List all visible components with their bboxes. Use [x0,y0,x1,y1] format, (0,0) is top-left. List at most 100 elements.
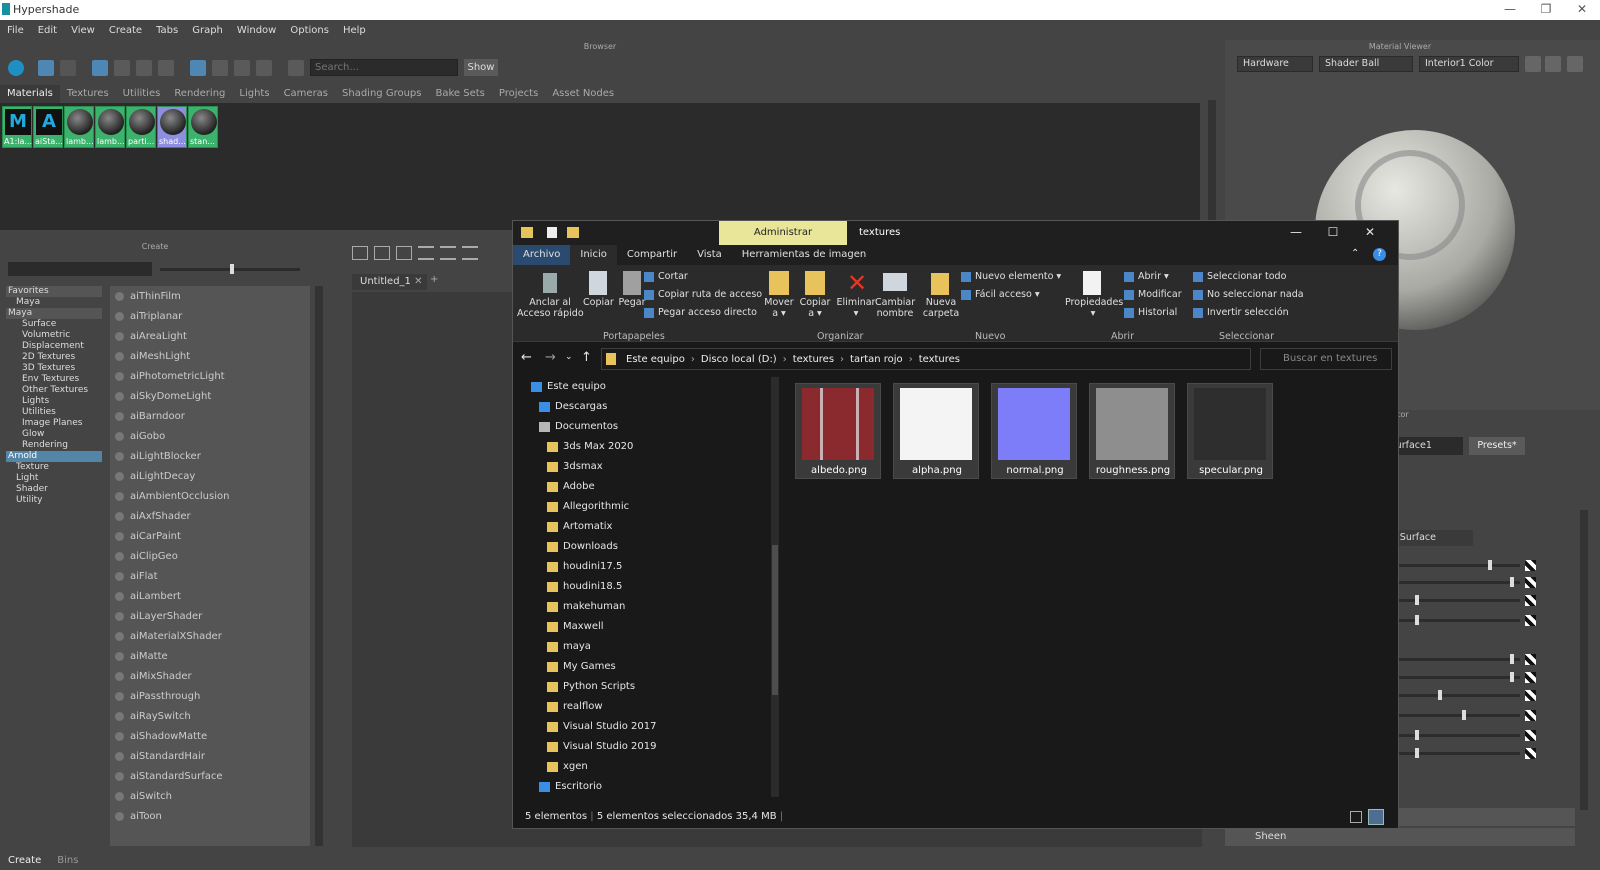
material-swatch[interactable]: parti... [126,106,156,148]
explorer-maximize-button[interactable]: ☐ [1318,221,1348,243]
browser-tab-textures[interactable]: Textures [60,85,116,103]
node-item[interactable]: aiGobo [110,427,310,447]
filter-icon[interactable] [288,60,304,76]
paste-button[interactable]: Pegar [617,297,647,308]
copy-path-button[interactable]: Copiar ruta de acceso [644,289,762,300]
create-tree-item[interactable]: Glow [6,429,102,440]
file-thumbnail[interactable]: normal.png [991,383,1077,479]
node-item[interactable]: aiBarndoor [110,407,310,427]
nav-item[interactable]: xgen [543,757,767,777]
icon-size-slider[interactable] [230,264,234,274]
menu-options[interactable]: Options [283,25,336,36]
new-item-button[interactable]: Nuevo elemento ▾ [961,271,1061,282]
nav-item[interactable]: Python Scripts [543,677,767,697]
create-tree-item[interactable]: Rendering [6,440,102,451]
map-button-icon[interactable] [1525,672,1536,683]
graph-icon[interactable] [38,60,54,76]
node-item[interactable]: aiCarPaint [110,527,310,547]
graph-output-icon[interactable] [396,246,412,260]
node-item[interactable]: aiPassthrough [110,687,310,707]
slider-knob[interactable] [1510,672,1514,682]
create-tree-item[interactable]: Arnold [6,451,102,462]
nav-item[interactable]: Artomatix [543,517,767,537]
add-tab-icon[interactable]: + [430,274,438,285]
nav-item[interactable]: Visual Studio 2017 [543,717,767,737]
browser-tab-rendering[interactable]: Rendering [167,85,232,103]
ribbon-tab[interactable]: Archivo [513,245,571,265]
attr-slider[interactable] [1390,710,1520,720]
restore-button[interactable]: ❐ [1528,0,1564,20]
move-to-button[interactable]: Mover a ▾ [761,297,797,319]
copy-button[interactable]: Copiar [583,297,614,308]
map-button-icon[interactable] [1525,748,1536,759]
breadcrumb-item[interactable]: Disco local (D:) [695,354,783,365]
create-tab-bins[interactable]: Bins [49,852,86,870]
browser-tab-asset-nodes[interactable]: Asset Nodes [545,85,621,103]
sort-time-icon[interactable] [234,60,250,76]
layout-icon[interactable] [418,246,434,260]
browser-tab-utilities[interactable]: Utilities [116,85,168,103]
close-tab-icon[interactable]: ✕ [414,276,422,287]
node-item[interactable]: aiFlat [110,567,310,587]
nav-item[interactable]: Downloads [543,537,767,557]
create-tree-item[interactable]: Favorites [6,286,102,297]
browser-tab-cameras[interactable]: Cameras [277,85,335,103]
ribbon-tab[interactable]: Inicio [570,245,617,265]
explorer-close-button[interactable]: ✕ [1355,221,1385,243]
create-tree-item[interactable]: 2D Textures [6,352,102,363]
nav-item[interactable]: Allegorithmic [543,497,767,517]
help-icon[interactable]: ? [1373,248,1386,261]
minimize-button[interactable]: — [1492,0,1528,20]
map-button-icon[interactable] [1525,690,1536,701]
create-tree-item[interactable]: Env Textures [6,374,102,385]
map-button-icon[interactable] [1525,595,1536,606]
select-all-button[interactable]: Seleccionar todo [1193,271,1286,282]
new-folder-qa-icon[interactable] [567,227,579,238]
attr-slider[interactable] [1390,672,1520,682]
ribbon-tab[interactable]: Vista [687,245,732,265]
section-sheen[interactable]: Sheen [1225,828,1575,846]
back-icon[interactable]: ← [521,350,532,365]
map-button-icon[interactable] [1525,615,1536,626]
create-tree-item[interactable]: Image Planes [6,418,102,429]
cut-button[interactable]: Cortar [644,271,688,282]
nav-item[interactable]: Este equipo [527,377,767,397]
attr-slider[interactable] [1390,730,1520,740]
view-small-icon[interactable] [114,60,130,76]
file-thumbnail[interactable]: alpha.png [893,383,979,479]
attr-slider[interactable] [1390,595,1520,605]
presets-button[interactable]: Presets* [1469,437,1525,455]
edit-button[interactable]: Modificar [1124,289,1182,300]
recent-dropdown-icon[interactable]: ⌄ [565,352,573,362]
node-item[interactable]: aiStandardSurface [110,767,310,787]
menu-window[interactable]: Window [230,25,283,36]
collapse-ribbon-icon[interactable]: ⌃ [1351,248,1359,259]
delete-button[interactable]: Eliminar ▾ [835,297,877,319]
swatch-toggle-icon[interactable] [8,60,24,76]
nav-item[interactable]: Adobe [543,477,767,497]
properties-button[interactable]: Propiedades ▾ [1065,297,1123,319]
slider-knob[interactable] [1462,710,1466,720]
map-button-icon[interactable] [1525,710,1536,721]
sort-name-icon[interactable] [190,60,206,76]
create-tree-item[interactable]: Shader [6,484,102,495]
attr-slider[interactable] [1390,748,1520,758]
show-button[interactable]: Show [464,59,498,76]
map-button-icon[interactable] [1525,560,1536,571]
menu-create[interactable]: Create [102,25,149,36]
browser-search-input[interactable] [310,59,458,76]
nav-item[interactable]: maya [543,637,767,657]
up-icon[interactable]: ↑ [581,350,592,365]
browser-tab-projects[interactable]: Projects [492,85,545,103]
invert-selection-button[interactable]: Invertir selección [1193,307,1289,318]
node-item[interactable]: aiPhotometricLight [110,367,310,387]
node-item[interactable]: aiSwitch [110,787,310,807]
node-item[interactable]: aiThinFilm [110,287,310,307]
node-item[interactable]: aiRaySwitch [110,707,310,727]
map-button-icon[interactable] [1525,577,1536,588]
slider-knob[interactable] [1438,690,1442,700]
node-item[interactable]: aiClipGeo [110,547,310,567]
graph-input-icon[interactable] [352,246,368,260]
breadcrumb-item[interactable]: tartan rojo [844,354,909,365]
browser-tab-bake-sets[interactable]: Bake Sets [428,85,491,103]
